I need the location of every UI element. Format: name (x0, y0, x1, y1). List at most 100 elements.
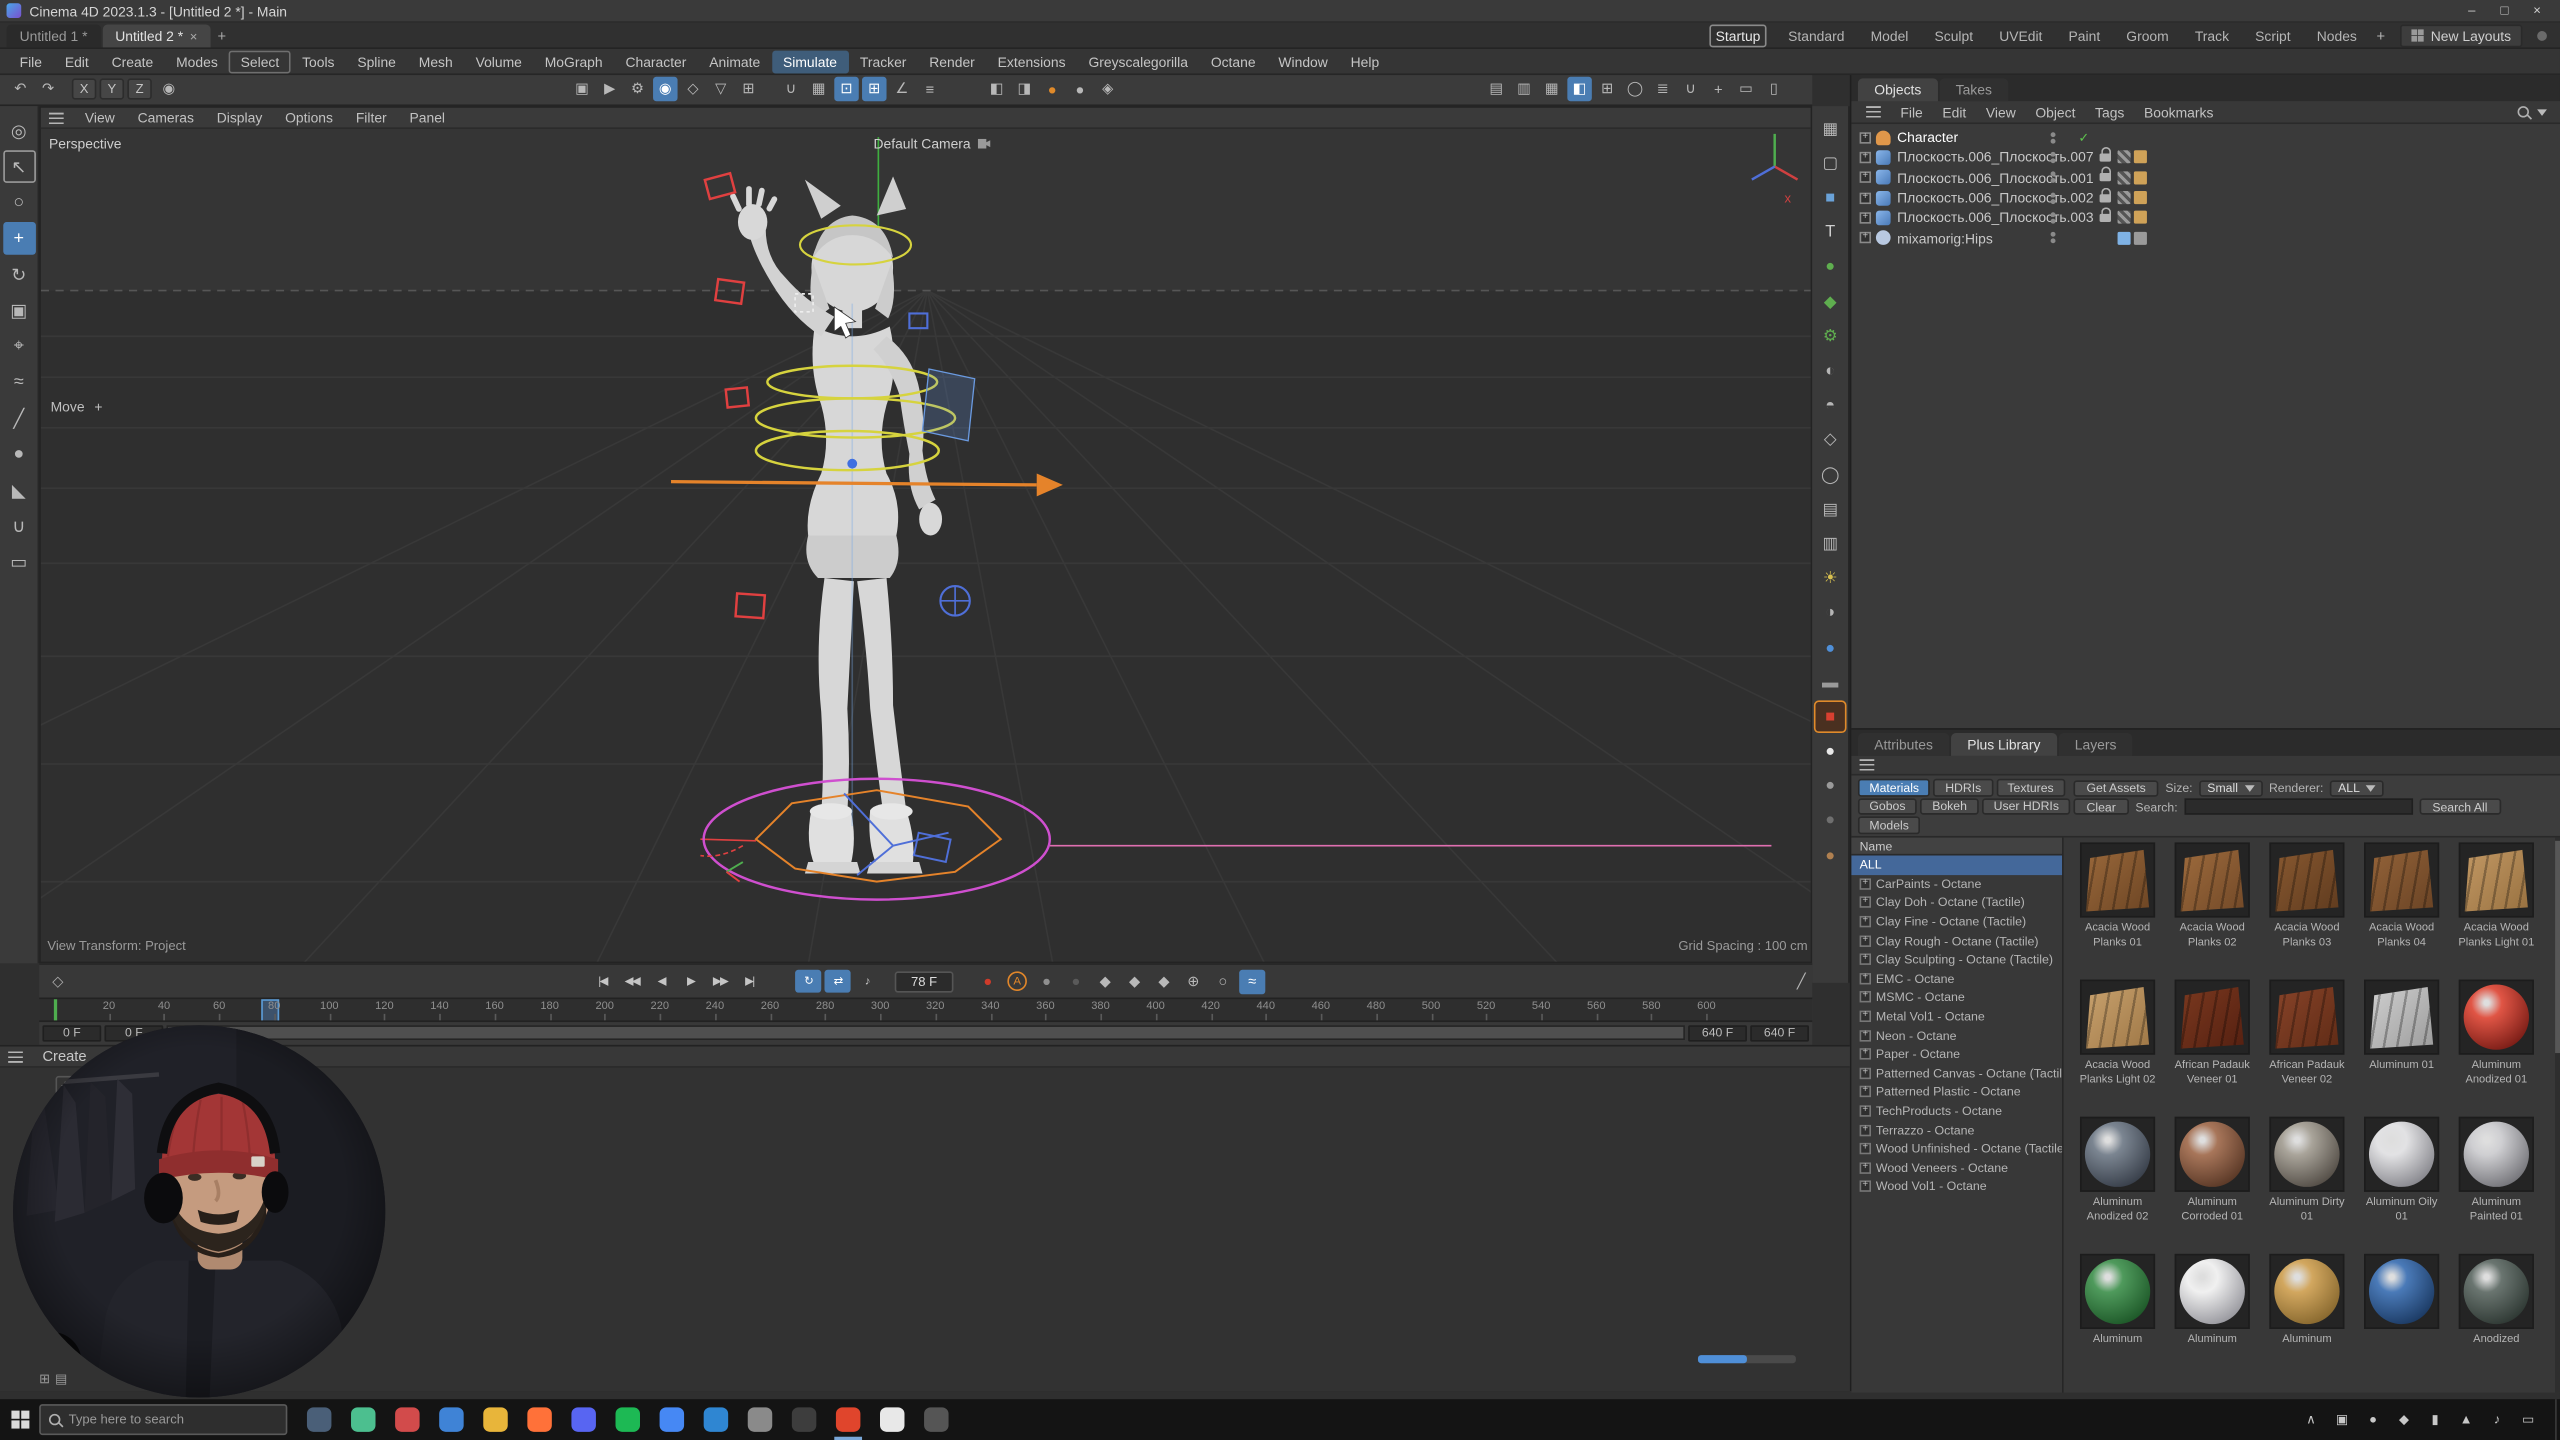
loop-button[interactable]: ↻ (795, 970, 821, 993)
weight-tag-icon[interactable] (2134, 171, 2147, 184)
menu-animate[interactable]: Animate (698, 50, 772, 73)
menu-volume[interactable]: Volume (464, 50, 533, 73)
cube-icon[interactable]: ■ (1816, 184, 1845, 213)
grid-snap-button[interactable]: ⊞ (862, 77, 886, 101)
material-aluminum[interactable]: Aluminum (2070, 1254, 2165, 1391)
knife-tool[interactable]: ◣ (2, 473, 35, 506)
expand-icon[interactable]: + (1860, 1162, 1871, 1173)
objects-menu-icon[interactable] (1866, 106, 1881, 117)
viewport-camera-label[interactable]: Default Camera (873, 136, 990, 152)
library-techproducts-octane[interactable]: +TechProducts - Octane (1851, 1102, 2062, 1121)
object-row-плоскость-006-плоскость-001[interactable]: +Плоскость.006_Плоскость.001 (1851, 167, 2275, 187)
lock-icon[interactable] (2100, 194, 2111, 202)
tab-layers[interactable]: Layers (2058, 733, 2132, 756)
taskbar-app-chrome[interactable] (650, 1399, 694, 1440)
spline-icon[interactable]: ◇ (1816, 426, 1845, 455)
film-icon[interactable]: ▥ (1816, 530, 1845, 559)
category-materials[interactable]: Materials (1858, 779, 1931, 796)
expand-icon[interactable]: + (1860, 1124, 1871, 1135)
viewport-menu-view[interactable]: View (73, 109, 126, 125)
taskbar-app-green[interactable] (341, 1399, 385, 1440)
next-frame-button[interactable]: ▶▶ (707, 970, 733, 993)
menu-window[interactable]: Window (1267, 50, 1339, 73)
enabled-check-icon[interactable]: ✓ (2078, 130, 2089, 145)
expand-icon[interactable]: + (1860, 1011, 1871, 1022)
material-african-padauk-veneer-01[interactable]: African PadaukVeneer 01 (2165, 980, 2260, 1117)
expand-icon[interactable]: + (1860, 916, 1871, 927)
axis-modifier-button[interactable]: + (1706, 77, 1730, 101)
close-tab-icon[interactable]: × (190, 29, 198, 44)
capsule-icon[interactable]: ▬ (1816, 668, 1845, 697)
object-row-character[interactable]: +Character✓ (1851, 127, 2275, 147)
taskbar-app-white[interactable] (870, 1399, 914, 1440)
material-aluminum-dirty-01[interactable]: Aluminum Dirty01 (2260, 1117, 2355, 1254)
range-start-field[interactable]: 0 F (42, 1024, 101, 1040)
expand-icon[interactable]: + (1860, 1030, 1871, 1041)
axis-lock-y[interactable]: Y (100, 78, 124, 99)
taskbar-search[interactable] (39, 1404, 287, 1435)
octane-material-icon[interactable]: ■ (1816, 703, 1845, 732)
undo-button[interactable]: ↶ (8, 77, 32, 101)
expand-icon[interactable]: + (1860, 232, 1871, 243)
cloner-icon[interactable]: ● (1816, 253, 1845, 282)
layout-sculpt[interactable]: Sculpt (1930, 25, 1978, 45)
layout-groom[interactable]: Groom (2121, 25, 2173, 45)
menu-render[interactable]: Render (918, 50, 986, 73)
pla-key-toggle[interactable]: ○ (1210, 969, 1236, 993)
shield-button[interactable]: ◈ (1096, 77, 1120, 101)
layout-standard[interactable]: Standard (1783, 25, 1849, 45)
new-layouts-button[interactable]: New Layouts (2400, 24, 2523, 47)
contrast-icon[interactable]: ◑ (1816, 599, 1845, 628)
plus-library-menu-icon[interactable] (1860, 759, 1875, 770)
object-row-плоскость-006-плоскость-007[interactable]: +Плоскость.006_Плоскость.007 (1851, 147, 2275, 167)
renderer-dropdown[interactable]: ALL (2330, 780, 2384, 796)
library-all[interactable]: ALL (1851, 856, 2062, 875)
category-gobos[interactable]: Gobos (1858, 798, 1917, 815)
expand-icon[interactable]: + (1860, 1086, 1871, 1097)
viewport[interactable]: x ViewCamerasDisplayOptionsFilterPanel P… (39, 106, 1812, 963)
library-wood-vol1-octane[interactable]: +Wood Vol1 - Octane (1851, 1177, 2062, 1196)
fcurve-icon[interactable]: ╱ (1797, 972, 1806, 990)
network-icon[interactable]: ▲ (2456, 1409, 2477, 1430)
get-assets-button[interactable]: Get Assets (2073, 780, 2158, 796)
tray-app-1-icon[interactable]: ▣ (2331, 1409, 2352, 1430)
layout-uvedit[interactable]: UVEdit (1994, 25, 2047, 45)
weight-tag-icon[interactable] (2134, 191, 2147, 204)
taskbar-app-firefox[interactable] (518, 1399, 562, 1440)
material-aluminum-01[interactable]: Aluminum 01 (2354, 980, 2449, 1117)
clear-button[interactable]: Clear (2073, 799, 2128, 815)
material-acacia-wood-planks-02[interactable]: Acacia WoodPlanks 02 (2165, 842, 2260, 979)
layout-script[interactable]: Script (2250, 25, 2295, 45)
scale-tool[interactable]: ▣ (2, 294, 35, 327)
library-metal-vol1-octane[interactable]: +Metal Vol1 - Octane (1851, 1007, 2062, 1026)
visibility-dots[interactable] (2051, 152, 2056, 163)
material-view-icons[interactable]: ⊞▤ (39, 1371, 67, 1386)
timeline-ruler[interactable]: 2040608010012014016018020022024026028030… (39, 998, 1812, 1022)
size-dropdown[interactable]: Small (2199, 780, 2262, 796)
library-wood-unfinished-octane-tactile[interactable]: +Wood Unfinished - Octane (Tactile) (1851, 1139, 2062, 1158)
tab-plus-library[interactable]: Plus Library (1951, 733, 2057, 756)
view-quad-button[interactable]: ▦ (1540, 77, 1564, 101)
weight-tag-icon[interactable] (2134, 211, 2147, 224)
expand-icon[interactable]: + (1860, 172, 1871, 183)
expand-icon[interactable]: + (1860, 212, 1871, 223)
view-split-button[interactable]: ▥ (1512, 77, 1536, 101)
taskbar-app-spotify[interactable] (606, 1399, 650, 1440)
previous-frame-button[interactable]: ◀ (648, 970, 674, 993)
text-tool-icon[interactable]: T (1816, 218, 1845, 247)
go-to-end-button[interactable]: ▶| (736, 970, 762, 993)
camera-icon[interactable]: ▤ (1816, 495, 1845, 524)
battery-icon[interactable]: ▮ (2424, 1409, 2445, 1430)
sun-icon[interactable]: ☀ (1816, 564, 1845, 593)
material-ball-white-icon[interactable]: ● (1816, 737, 1845, 766)
expand-icon[interactable]: + (1860, 954, 1871, 965)
move-tool[interactable]: + (2, 222, 35, 255)
menu-select[interactable]: Select (229, 50, 290, 73)
autokey-button[interactable]: A (1007, 971, 1027, 991)
search-input[interactable] (69, 1412, 278, 1427)
library-search-input[interactable] (2184, 799, 2413, 815)
simulate-play-button[interactable]: ◉ (653, 77, 677, 101)
viewport-menu-cameras[interactable]: Cameras (126, 109, 205, 125)
expand-icon[interactable]: + (1860, 935, 1871, 946)
category-models[interactable]: Models (1858, 816, 1920, 833)
